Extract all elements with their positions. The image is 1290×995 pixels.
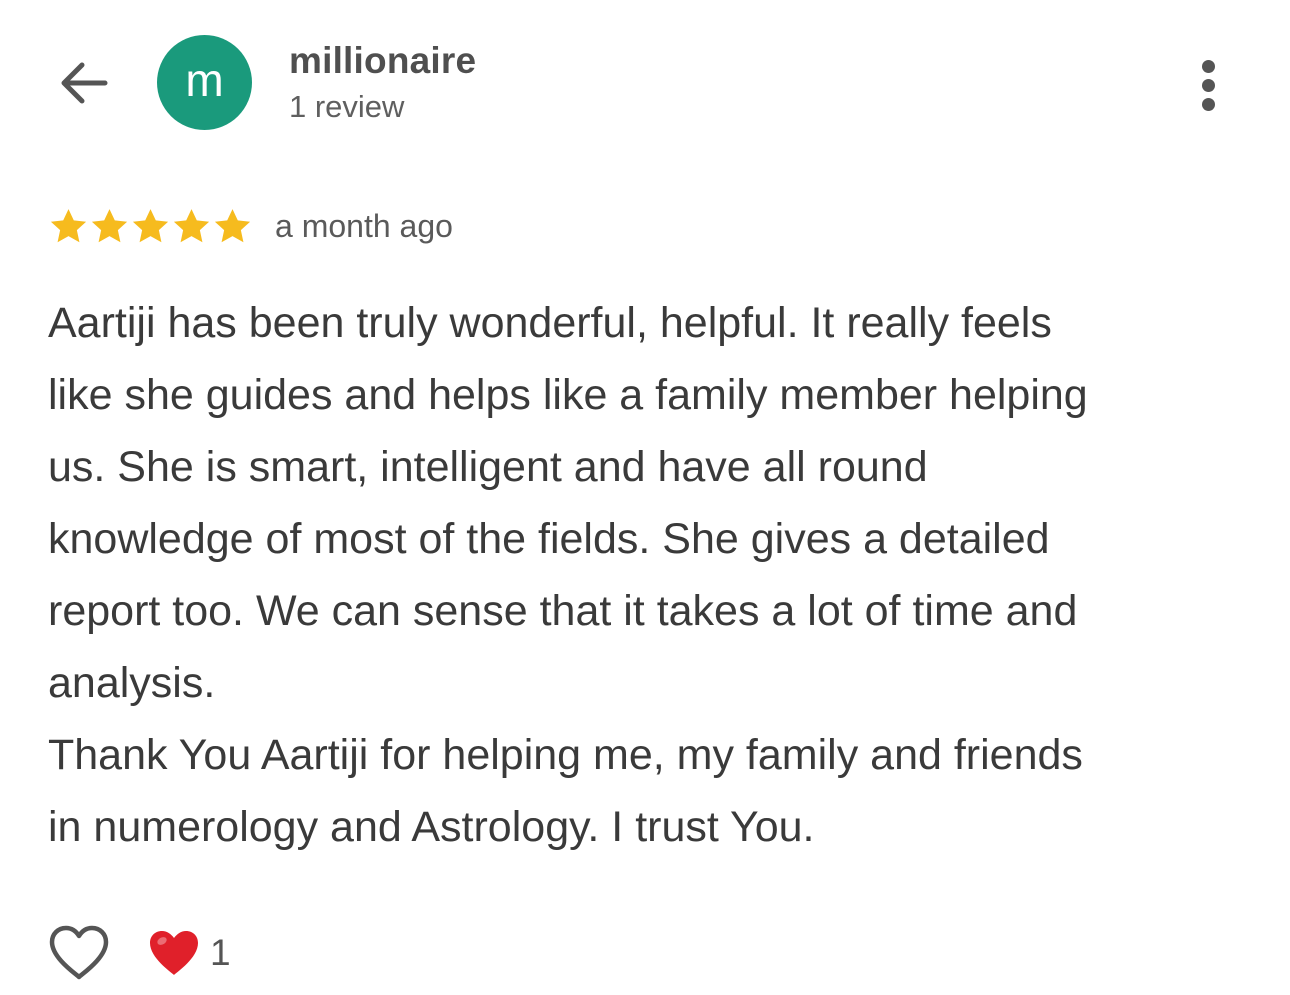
heart-outline-icon — [49, 925, 109, 980]
rating-row: a month ago — [48, 202, 453, 250]
like-button[interactable] — [46, 920, 112, 986]
red-heart-icon — [150, 931, 198, 975]
star-icon — [50, 208, 87, 242]
review-text-line: like she guides and helps like a family … — [48, 371, 1088, 419]
reactions-bar: 1 — [46, 918, 231, 988]
more-vertical-icon-dot — [1201, 78, 1215, 92]
review-text-line: Thank You Aartiji for helping me, my fam… — [48, 731, 1083, 779]
review-count: 1 review — [289, 89, 405, 124]
reaction-count: 1 — [210, 932, 231, 973]
review-text-line: report too. We can sense that it takes a… — [48, 587, 1078, 635]
back-button[interactable] — [52, 52, 114, 114]
review-date: a month ago — [275, 207, 453, 244]
heart-reaction[interactable]: 1 — [148, 929, 231, 977]
avatar[interactable]: m — [157, 35, 252, 130]
more-vertical-icon — [1201, 59, 1215, 73]
star-icon — [214, 208, 251, 242]
user-name[interactable]: millionaire — [289, 40, 476, 82]
review-text-line: in numerology and Astrology. I trust You… — [48, 803, 815, 851]
star-icon — [132, 208, 169, 242]
more-vertical-icon-dot — [1201, 97, 1215, 111]
review-text: Aartiji has been truly wonderful, helpfu… — [48, 287, 1248, 863]
star-icon — [91, 208, 128, 242]
star-icon — [173, 208, 210, 242]
star-rating — [48, 206, 253, 247]
review-text-line: knowledge of most of the fields. She giv… — [48, 515, 1050, 563]
review-text-line: us. She is smart, intelligent and have a… — [48, 443, 928, 491]
review-text-line: analysis. — [48, 659, 216, 707]
arrow-left-icon — [61, 62, 108, 104]
review-text-line: Aartiji has been truly wonderful, helpfu… — [48, 299, 1052, 347]
more-options-button[interactable] — [1186, 55, 1230, 115]
